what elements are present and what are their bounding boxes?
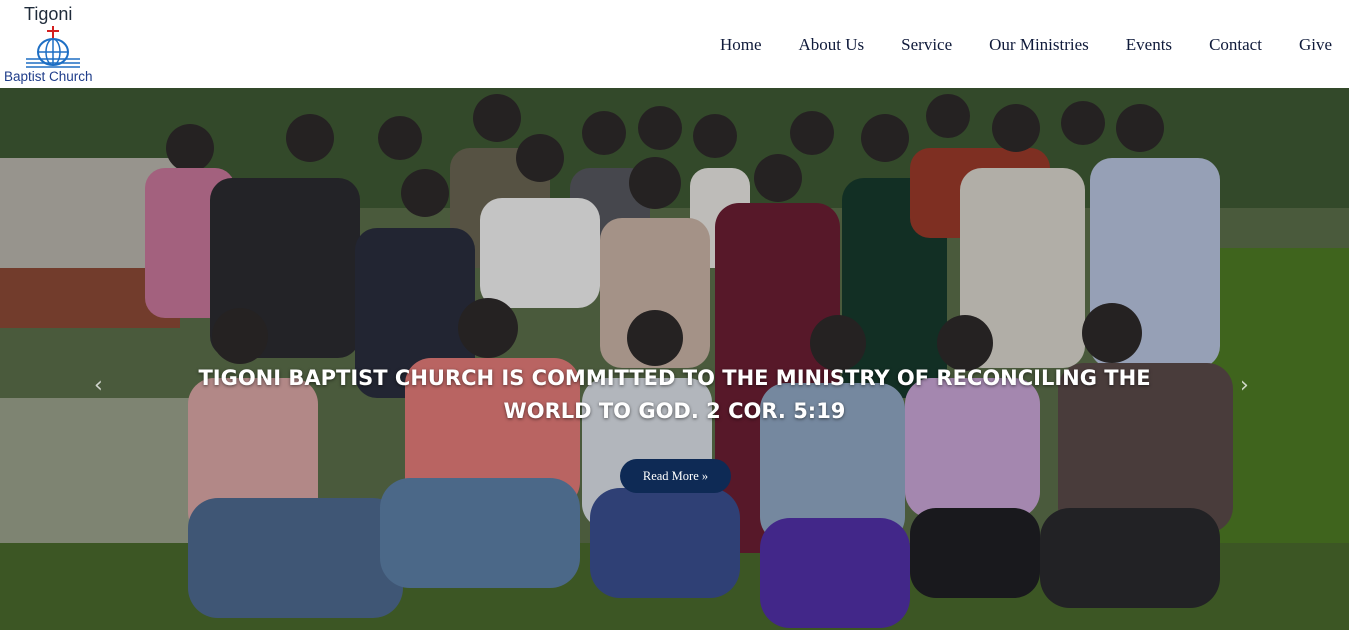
- hero-overlay: [0, 88, 1349, 630]
- globe-cross-icon: [26, 26, 80, 68]
- nav-contact[interactable]: Contact: [1209, 35, 1262, 55]
- nav-our-ministries[interactable]: Our Ministries: [989, 35, 1089, 55]
- hero-slider: ‹ › TIGONI BAPTIST CHURCH IS COMMITTED T…: [0, 88, 1349, 630]
- hero-caption: TIGONI BAPTIST CHURCH IS COMMITTED TO TH…: [0, 362, 1349, 428]
- logo-title-bottom: Baptist Church: [4, 69, 93, 84]
- site-logo[interactable]: Tigoni Baptist Church: [2, 4, 106, 86]
- hero-caption-line2: WORLD TO GOD. 2 COR. 5:19: [503, 399, 846, 423]
- nav-give[interactable]: Give: [1299, 35, 1332, 55]
- read-more-button[interactable]: Read More »: [620, 459, 731, 493]
- nav-about-us[interactable]: About Us: [799, 35, 865, 55]
- logo-title-top: Tigoni: [24, 4, 73, 24]
- site-header: Tigoni Baptist Church Home About Us Serv…: [0, 0, 1349, 88]
- nav-service[interactable]: Service: [901, 35, 952, 55]
- hero-caption-line1: TIGONI BAPTIST CHURCH IS COMMITTED TO TH…: [198, 366, 1151, 390]
- main-nav: Home About Us Service Our Ministries Eve…: [683, 35, 1332, 55]
- nav-events[interactable]: Events: [1126, 35, 1172, 55]
- nav-home[interactable]: Home: [720, 35, 762, 55]
